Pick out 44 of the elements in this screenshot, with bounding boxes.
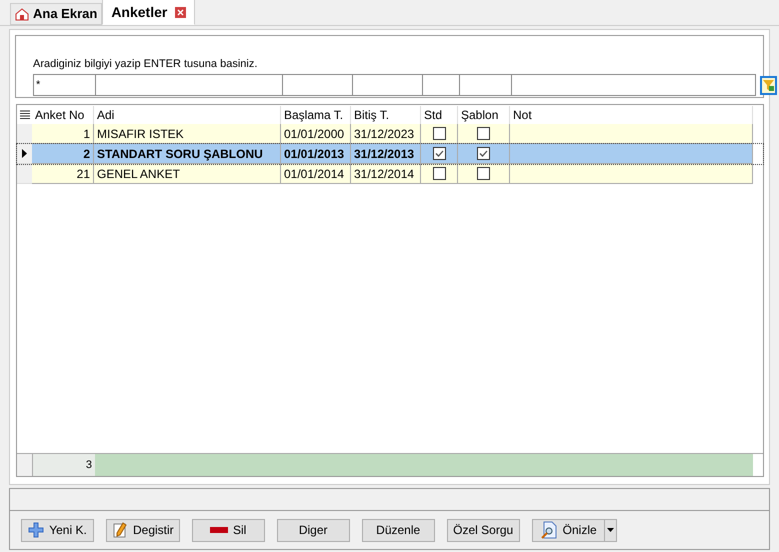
table-cell: 2	[32, 144, 94, 164]
table-cell: 01/01/2014	[281, 164, 351, 184]
plus-icon	[28, 522, 44, 538]
table-cell: MISAFIR ISTEK	[94, 124, 281, 144]
table-cell: STANDART SORU ŞABLONU	[94, 144, 281, 164]
pencil-icon	[112, 522, 128, 538]
toolbar-button[interactable]: Sil	[192, 518, 265, 542]
checkbox[interactable]	[477, 167, 490, 180]
checkbox[interactable]	[432, 127, 446, 140]
toolbar-button[interactable]: Yeni K.	[21, 518, 94, 542]
search-hint: Aradiginiz bilgiyi yazip ENTER tusuna basiniz.	[33, 56, 258, 72]
row-pointer-icon	[22, 149, 27, 158]
table-cell: 31/12/2014	[351, 164, 421, 184]
row-indicator[interactable]	[17, 144, 32, 164]
table-cell: 01/01/2013	[281, 144, 351, 164]
row-count: 3	[33, 454, 95, 476]
caret-icon	[606, 528, 614, 532]
checkbox[interactable]	[477, 127, 490, 140]
preview-icon	[540, 521, 558, 539]
toolbar-button[interactable]: Düzenle	[362, 518, 435, 542]
table-cell: 21	[32, 164, 94, 184]
tab[interactable]: Ana Ekran	[10, 3, 102, 25]
close-icon[interactable]	[175, 6, 186, 18]
table-cell: 31/12/2023	[351, 124, 421, 144]
row-indicator	[17, 454, 32, 476]
checkbox[interactable]	[432, 147, 446, 160]
toolbar-button[interactable]: Degistir	[106, 518, 180, 542]
toolbar-button[interactable]: Önizle	[532, 518, 605, 542]
toolbar-button[interactable]: Özel Sorgu	[446, 518, 520, 542]
filter-icon[interactable]	[760, 76, 777, 94]
table-cell: 1	[32, 124, 94, 144]
dropdown-button[interactable]	[604, 518, 617, 542]
table-cell: 01/01/2000	[281, 124, 351, 144]
checkbox[interactable]	[477, 147, 490, 160]
house-icon	[15, 7, 29, 21]
checkbox[interactable]	[432, 167, 446, 180]
row-indicator[interactable]	[17, 124, 32, 144]
row-indicator[interactable]	[17, 164, 32, 184]
table-cell: 31/12/2013	[351, 144, 421, 164]
tab[interactable]: Anketler	[102, 0, 196, 25]
list-icon[interactable]	[17, 110, 32, 120]
minus-icon	[210, 527, 228, 533]
toolbar-button[interactable]: Diger	[276, 518, 350, 542]
table-cell: GENEL ANKET	[94, 164, 281, 184]
